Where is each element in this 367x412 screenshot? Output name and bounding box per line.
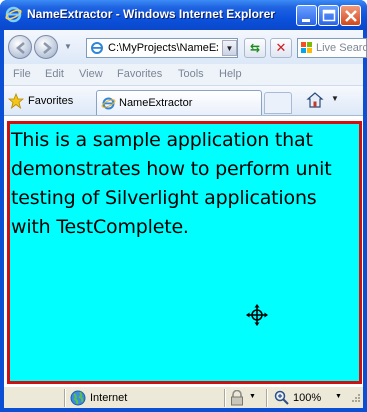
forward-arrow-icon: [43, 42, 52, 54]
home-icon[interactable]: [306, 91, 324, 109]
refresh-icon: ⇆: [249, 41, 261, 55]
maximize-icon: [322, 9, 336, 22]
maximize-button[interactable]: [318, 5, 339, 26]
live-search-icon: [301, 42, 312, 53]
status-bar: Internet ▼ 100% ▼: [4, 386, 363, 408]
favorites-star-icon: [8, 93, 24, 109]
address-toolbar: ▼ C:\MyProjects\NameExtractor\ ▼ ⇆ ✕ Liv…: [4, 30, 367, 64]
menu-help[interactable]: Help: [219, 68, 242, 80]
menu-view[interactable]: View: [79, 68, 103, 80]
refresh-button[interactable]: ⇆: [244, 38, 266, 58]
minimize-button[interactable]: [296, 5, 317, 26]
search-placeholder: Live Search: [316, 42, 367, 54]
browser-window: NameExtractor - Windows Internet Explore…: [0, 0, 367, 412]
address-url[interactable]: C:\MyProjects\NameExtractor\: [108, 42, 218, 54]
page-content: This is a sample application that demons…: [4, 116, 363, 386]
menu-favorites[interactable]: Favorites: [117, 68, 162, 80]
home-dropdown[interactable]: ▼: [331, 94, 339, 103]
favorites-label: Favorites: [28, 95, 74, 107]
silverlight-app[interactable]: This is a sample application that demons…: [7, 121, 362, 384]
minimize-icon: [302, 19, 310, 22]
ie-page-icon: [91, 42, 103, 54]
address-dropdown-button[interactable]: ▼: [222, 40, 237, 56]
ie-page-icon: [101, 97, 116, 110]
resize-grip-icon[interactable]: [348, 392, 361, 405]
window-title: NameExtractor - Windows Internet Explore…: [27, 7, 275, 21]
protected-mode-icon[interactable]: [230, 390, 244, 406]
ie-logo-icon: [5, 6, 22, 23]
protected-mode-dropdown[interactable]: ▼: [249, 393, 256, 400]
recent-pages-dropdown[interactable]: ▼: [64, 42, 72, 51]
zoom-level[interactable]: 100%: [293, 392, 321, 404]
globe-icon: [70, 390, 86, 406]
back-arrow-icon: [16, 42, 25, 54]
status-divider: [64, 389, 66, 407]
stop-icon: ✕: [275, 40, 287, 55]
menu-edit[interactable]: Edit: [45, 68, 64, 80]
magnifier-icon[interactable]: [274, 390, 289, 405]
security-zone: Internet: [90, 392, 128, 404]
address-field[interactable]: C:\MyProjects\NameExtractor\ ▼: [86, 38, 238, 58]
new-tab-button[interactable]: [264, 92, 292, 114]
back-button[interactable]: [8, 35, 32, 59]
stop-button[interactable]: ✕: [270, 38, 292, 58]
search-input[interactable]: Live Search: [297, 38, 367, 58]
status-divider: [224, 389, 226, 407]
tab-label: NameExtractor: [119, 97, 193, 109]
close-icon: [345, 10, 357, 22]
tab-nameextractor[interactable]: NameExtractor: [96, 90, 262, 115]
menu-file[interactable]: File: [13, 68, 31, 80]
move-cursor-icon: [246, 304, 268, 326]
app-description-text: This is a sample application that demons…: [11, 129, 332, 238]
close-button[interactable]: [340, 5, 361, 26]
zoom-dropdown[interactable]: ▼: [335, 393, 342, 400]
menu-tools[interactable]: Tools: [178, 68, 204, 80]
status-divider: [266, 389, 268, 407]
forward-button[interactable]: [34, 35, 58, 59]
title-bar[interactable]: NameExtractor - Windows Internet Explore…: [0, 0, 367, 30]
favorites-bar: Favorites NameExtractor ▼: [4, 86, 363, 116]
menu-bar: File Edit View Favorites Tools Help: [4, 64, 363, 86]
